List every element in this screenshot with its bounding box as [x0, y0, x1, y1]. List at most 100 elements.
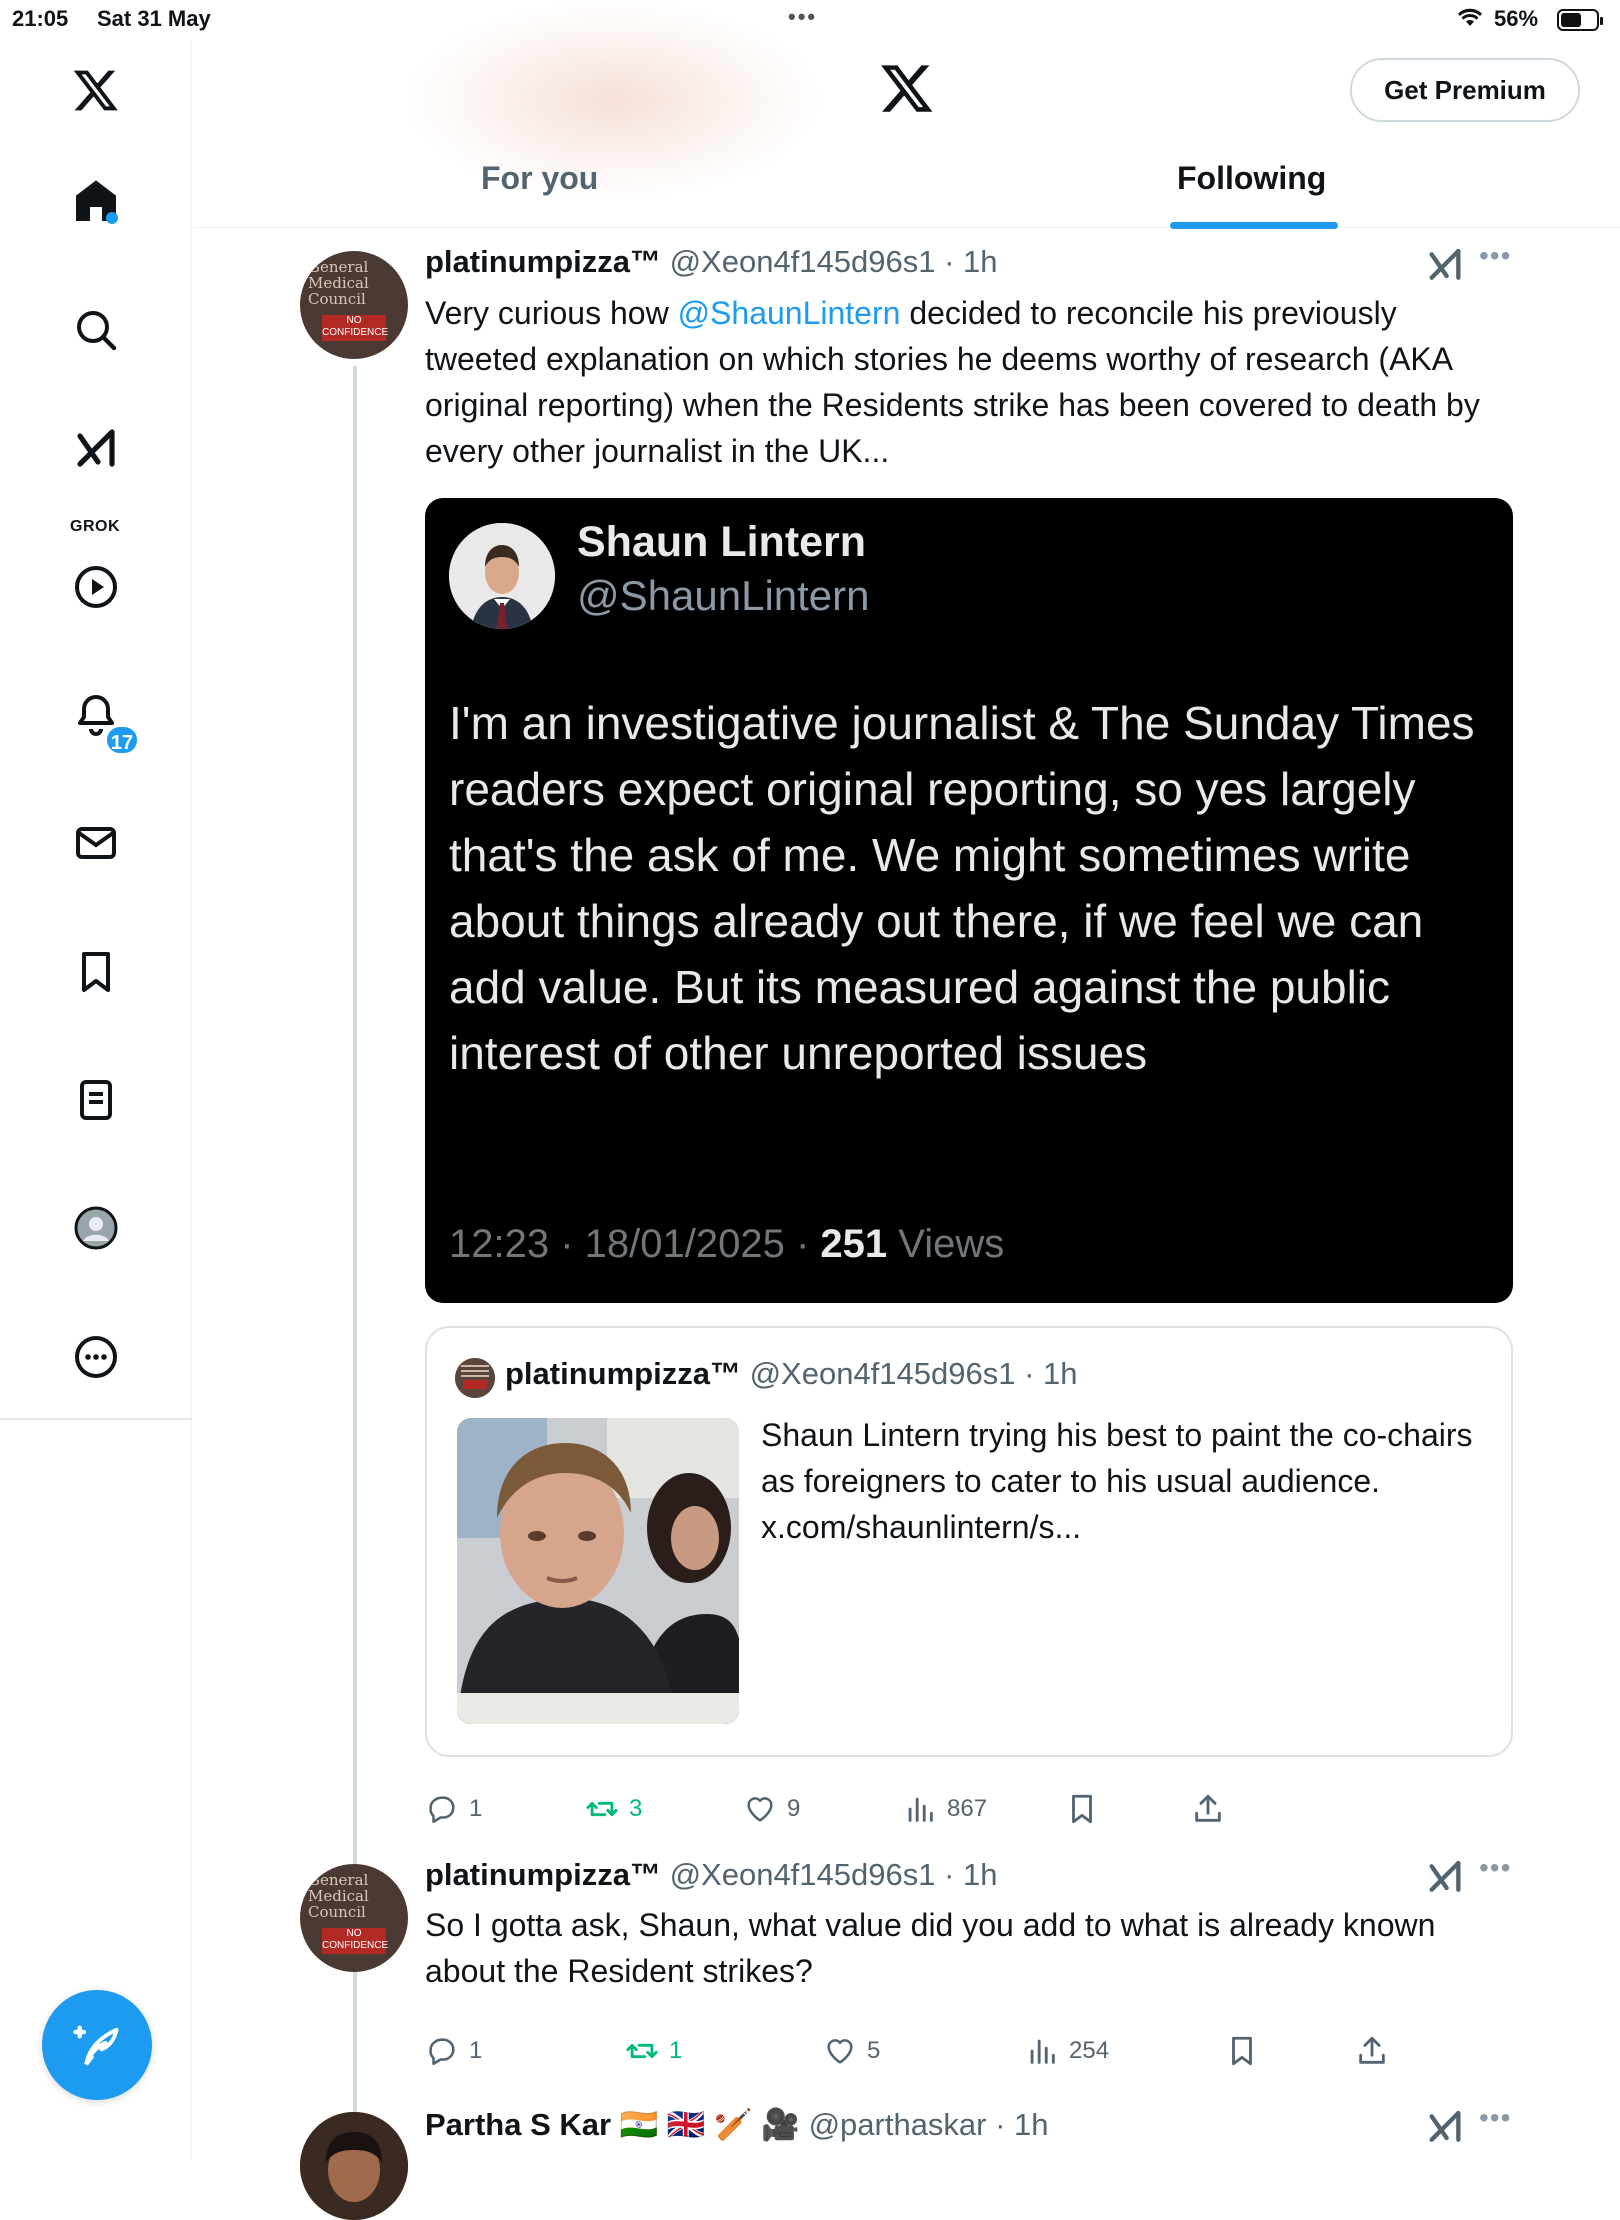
avatar[interactable]: General Medical Council NO CONFIDENCE [300, 1864, 408, 1972]
grok-icon [77, 429, 115, 467]
avatar[interactable]: General Medical Council NO CONFIDENCE [300, 251, 408, 359]
like-count: 9 [787, 1795, 801, 1822]
avatar-stamp: NO CONFIDENCE [322, 1928, 388, 1954]
tweet-image[interactable]: Shaun Lintern @ShaunLintern I'm an inves… [425, 498, 1513, 1303]
more-circle-icon [75, 1336, 117, 1378]
bookmark-icon [1232, 2036, 1252, 2066]
screenshot-views-count: 251 [820, 1222, 888, 1266]
mention-link[interactable]: @ShaunLintern [678, 295, 901, 331]
sidebar-item-grok[interactable] [66, 420, 126, 480]
quote-avatar [455, 1358, 495, 1398]
avatar-stamp: NO CONFIDENCE [322, 315, 388, 341]
author-name[interactable]: platinumpizza™ [425, 1857, 661, 1892]
more-icon[interactable]: ••• [1479, 240, 1511, 272]
sidebar-divider [0, 1418, 192, 1420]
quote-author-name: platinumpizza™ [505, 1356, 741, 1391]
reply-icon [429, 1796, 455, 1824]
avatar[interactable] [300, 2112, 408, 2220]
grok-icon[interactable] [1425, 1858, 1465, 1898]
quote-image[interactable] [457, 1418, 739, 1724]
views-count: 254 [1069, 2037, 1110, 2064]
get-premium-button[interactable]: Get Premium [1350, 58, 1580, 122]
quote-time: · 1h [1024, 1356, 1078, 1391]
compose-feather-icon [73, 2025, 119, 2066]
new-posts-dot [106, 212, 118, 224]
like-button[interactable]: 9 [743, 1792, 800, 1826]
screenshot-author-name: Shaun Lintern [577, 518, 867, 566]
battery-percent: 56% [1494, 6, 1539, 31]
views-bar-icon [1030, 2039, 1055, 2064]
reply-button[interactable]: 1 [425, 1792, 482, 1826]
tweet-header: Partha S Kar 🇮🇳 🇬🇧 🏏 🎥 @parthaskar · 1h [425, 2106, 1049, 2143]
share-button[interactable] [1191, 1792, 1225, 1826]
x-logo-icon[interactable] [879, 60, 935, 116]
retweet-icon [626, 2043, 658, 2059]
status-date: Sat 31 May [97, 6, 211, 31]
screenshot-timestamp: 12:23 · 18/01/2025 · [449, 1222, 821, 1266]
retweet-button[interactable]: 3 [585, 1792, 642, 1826]
bookmark-button[interactable] [1225, 2034, 1259, 2068]
avatar-org-text: General Medical Council [308, 1871, 369, 1921]
battery-icon [1557, 9, 1603, 31]
retweet-count: 1 [669, 2037, 683, 2064]
grok-icon[interactable] [1425, 246, 1465, 286]
tweet-header: platinumpizza™ @Xeon4f145d96s1 · 1h [425, 1857, 998, 1893]
x-logo-icon[interactable] [66, 60, 126, 120]
author-name[interactable]: platinumpizza™ [425, 244, 661, 279]
sidebar-item-lists[interactable] [66, 1070, 126, 1130]
author-handle[interactable]: @Xeon4f145d96s1 [670, 1857, 936, 1892]
active-tab-indicator [1170, 222, 1338, 229]
quote-tweet[interactable]: platinumpizza™ @Xeon4f145d96s1 · 1h Shau… [425, 1326, 1513, 1757]
envelope-icon [76, 827, 116, 859]
views-bar-icon [908, 1797, 933, 1822]
reply-button[interactable]: 1 [425, 2034, 482, 2068]
like-button[interactable]: 5 [823, 2034, 880, 2068]
author-handle[interactable]: @parthaskar [809, 2107, 987, 2142]
more-icon[interactable]: ••• [1479, 1852, 1511, 1884]
tweet-header: platinumpizza™ @Xeon4f145d96s1 · 1h [425, 244, 998, 280]
bookmark-button[interactable] [1065, 1792, 1099, 1826]
sidebar-item-home[interactable] [66, 171, 126, 231]
tweet-text: Very curious how @ShaunLintern decided t… [425, 290, 1505, 474]
retweet-count: 3 [629, 1795, 643, 1822]
tweet-actions: 1 3 9 867 [425, 1792, 1525, 1836]
blurred-backdrop [403, 0, 823, 200]
heart-icon [827, 2039, 853, 2064]
sidebar-item-more[interactable] [66, 1327, 126, 1387]
sidebar-item-explore[interactable] [66, 300, 126, 360]
screenshot-meta: 12:23 · 18/01/2025 · 251 Views [449, 1222, 1004, 1267]
share-icon [1195, 1794, 1221, 1822]
search-icon [77, 311, 117, 351]
retweet-button[interactable]: 1 [625, 2034, 682, 2068]
compose-button[interactable] [42, 1990, 152, 2100]
share-button[interactable] [1355, 2034, 1389, 2068]
views-count: 867 [947, 1795, 988, 1822]
views-button[interactable]: 254 [1025, 2034, 1109, 2068]
quote-text: Shaun Lintern trying his best to paint t… [761, 1417, 1473, 1545]
tab-for-you[interactable]: For you [481, 160, 598, 197]
grok-icon[interactable] [1425, 2108, 1465, 2148]
tweet-time[interactable]: · 1h [944, 244, 997, 279]
sidebar-item-profile[interactable] [66, 1198, 126, 1258]
views-button[interactable]: 867 [903, 1792, 987, 1826]
more-icon[interactable]: ••• [1479, 2102, 1511, 2134]
tweet-time[interactable]: · 1h [944, 1857, 997, 1892]
tab-following[interactable]: Following [1177, 160, 1326, 197]
tweet-time[interactable]: · 1h [995, 2107, 1048, 2142]
screenshot-avatar [449, 523, 555, 629]
sidebar-item-messages[interactable] [66, 813, 126, 873]
author-name[interactable]: Partha S Kar [425, 2107, 611, 2142]
tweet-actions: 1 1 5 254 [425, 2034, 1525, 2078]
screenshot-views-label: Views [887, 1222, 1005, 1266]
notification-badge: 17 [104, 724, 140, 756]
reply-icon [429, 2038, 455, 2066]
top-bar: Get Premium For you Following [193, 0, 1620, 229]
sidebar-item-video[interactable] [66, 557, 126, 617]
screenshot-author-handle: @ShaunLintern [577, 572, 870, 619]
reply-count: 1 [469, 1795, 483, 1822]
author-handle[interactable]: @Xeon4f145d96s1 [670, 244, 936, 279]
sidebar-item-bookmarks[interactable] [66, 942, 126, 1002]
tweet-text-part: Very curious how [425, 295, 678, 331]
thread-line [353, 366, 357, 2116]
heart-icon [747, 1797, 773, 1822]
